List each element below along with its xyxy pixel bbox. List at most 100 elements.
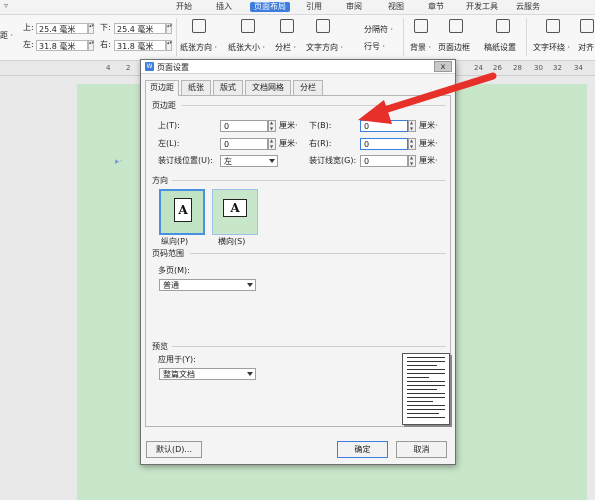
portrait-label[interactable]: 纵向(P) (161, 236, 188, 247)
menu-tab-references[interactable]: 引用 (306, 2, 322, 12)
ruler-number: 4 (106, 64, 111, 72)
align-button[interactable]: 对齐 (578, 43, 594, 53)
text-direction-button[interactable]: 文字方向 · (306, 43, 343, 53)
left-margin-spinner[interactable] (268, 138, 276, 150)
text-wrap-button[interactable]: 文字环绕 · (533, 43, 570, 53)
ribbon-top-margin-spin[interactable]: ▴▾ (88, 23, 94, 34)
ribbon-top-margin-input[interactable]: 25.4 毫米 (36, 23, 88, 34)
orientation-button[interactable]: 纸张方向 · (180, 43, 217, 53)
ruler-number: 2 (126, 64, 131, 72)
top-margin-unit[interactable]: 厘米· (279, 120, 298, 132)
margins-section-title: 页边距 (152, 101, 176, 110)
right-margin-input[interactable]: 0 (360, 138, 408, 150)
menu-tab-start[interactable]: 开始 (176, 2, 192, 12)
paper-size-icon (241, 19, 255, 33)
preview-line (407, 373, 445, 374)
apply-to-select[interactable]: 整篇文档 (159, 368, 256, 380)
paragraph-marker-icon[interactable]: ▸· (115, 157, 122, 167)
preview-line (407, 413, 439, 414)
ribbon-bottom-label: 下: (100, 23, 111, 32)
default-button[interactable]: 默认(D)... (146, 441, 202, 458)
line-numbers-button[interactable]: 行号 · (364, 42, 385, 52)
section-divider (182, 105, 446, 106)
ribbon-right-margin-spin[interactable]: ▴▾ (166, 40, 172, 51)
menu-tab-view[interactable]: 视图 (388, 2, 404, 12)
menu-tab-review[interactable]: 审阅 (346, 2, 362, 12)
section-divider (172, 346, 446, 347)
right-margin-spinner[interactable] (408, 138, 416, 150)
top-margin-spinner[interactable] (268, 120, 276, 132)
tab-document-grid[interactable]: 文档网格 (245, 80, 291, 95)
menu-tab-cloud[interactable]: 云服务 (516, 2, 540, 12)
right-margin-unit[interactable]: 厘米· (419, 138, 438, 150)
left-margin-unit[interactable]: 厘米· (279, 138, 298, 150)
landscape-label[interactable]: 横向(S) (218, 236, 245, 247)
close-button[interactable]: x (434, 61, 452, 72)
bottom-margin-input[interactable]: 0 (360, 120, 408, 132)
top-margin-input[interactable]: 0 (220, 120, 268, 132)
menu-tab-insert[interactable]: 插入 (216, 2, 232, 12)
bottom-margin-unit[interactable]: 厘米· (419, 120, 438, 132)
preview-line (407, 405, 445, 406)
paper-setup-button[interactable]: 稿纸设置 (484, 43, 516, 53)
gutter-position-select[interactable]: 左 (220, 155, 278, 167)
portrait-option[interactable]: A (159, 189, 205, 235)
ruler-number: 32 (553, 64, 562, 72)
apply-to-label: 应用于(Y): (158, 355, 196, 364)
gutter-width-spinner[interactable] (408, 155, 416, 167)
page-preview (402, 353, 450, 425)
background-button[interactable]: 背景 · (410, 43, 431, 53)
menu-bar: ▿ 开始 插入 页面布局 引用 审阅 视图 章节 开发工具 云服务 (0, 0, 595, 15)
bottom-margin-label: 下(B): (309, 121, 332, 130)
orientation-section-title: 方向 (152, 176, 168, 185)
ok-button[interactable]: 确定 (337, 441, 388, 458)
quick-access-arrow-icon[interactable]: ▿ (4, 1, 8, 10)
ribbon-left-margin-spin[interactable]: ▴▾ (88, 40, 94, 51)
ribbon-margins-label[interactable]: 距 · (0, 31, 13, 41)
preview-line (407, 365, 437, 366)
ribbon-bottom-margin-spin[interactable]: ▴▾ (166, 23, 172, 34)
dialog-titlebar[interactable]: W 页面设置 x (141, 60, 455, 74)
ribbon-right-label: 右: (100, 40, 111, 49)
bottom-margin-spinner[interactable] (408, 120, 416, 132)
left-margin-input[interactable]: 0 (220, 138, 268, 150)
ribbon-right-margin-input[interactable]: 31.8 毫米 (114, 40, 166, 51)
paper-size-button[interactable]: 纸张大小 · (228, 43, 265, 53)
gutter-width-unit[interactable]: 厘米· (419, 155, 438, 167)
portrait-page-icon: A (174, 198, 192, 222)
menu-tab-developer[interactable]: 开发工具 (466, 2, 498, 12)
ruler-number: 28 (513, 64, 522, 72)
breaks-button[interactable]: 分隔符 · (364, 25, 393, 35)
tab-margins[interactable]: 页边距 (145, 80, 179, 96)
page-setup-dialog: W 页面设置 x 页边距 纸张 版式 文档网格 分栏 页边距 上(T): 0 厘… (140, 59, 456, 465)
tab-layout[interactable]: 版式 (213, 80, 243, 95)
dialog-title: 页面设置 (157, 63, 189, 72)
gutter-position-label: 装订线位置(U): (158, 156, 213, 165)
background-icon (414, 19, 428, 33)
multiple-pages-select[interactable]: 普通 (159, 279, 256, 291)
ruler-number: 34 (574, 64, 583, 72)
cancel-button[interactable]: 取消 (396, 441, 447, 458)
preview-line (407, 409, 445, 410)
ribbon-bottom-margin-input[interactable]: 25.4 毫米 (114, 23, 166, 34)
preview-line (407, 397, 445, 398)
section-divider (172, 180, 446, 181)
align-icon (580, 19, 594, 33)
menu-tab-section[interactable]: 章节 (428, 2, 444, 12)
tab-columns[interactable]: 分栏 (293, 80, 323, 95)
preview-line (407, 393, 445, 394)
ribbon-left-margin-input[interactable]: 31.8 毫米 (36, 40, 88, 51)
gutter-width-input[interactable]: 0 (360, 155, 408, 167)
columns-button[interactable]: 分栏 · (275, 43, 296, 53)
page-border-button[interactable]: 页面边框 (438, 43, 470, 53)
preview-line (407, 401, 433, 402)
menu-tab-page-layout[interactable]: 页面布局 (250, 2, 290, 12)
left-margin-label: 左(L): (158, 139, 180, 148)
wps-logo-icon: W (145, 62, 154, 71)
text-wrap-icon (546, 19, 560, 33)
tab-paper[interactable]: 纸张 (181, 80, 211, 95)
top-margin-label: 上(T): (158, 121, 180, 130)
ruler-number: 30 (534, 64, 543, 72)
landscape-option[interactable]: A (212, 189, 258, 235)
preview-line (407, 381, 445, 382)
